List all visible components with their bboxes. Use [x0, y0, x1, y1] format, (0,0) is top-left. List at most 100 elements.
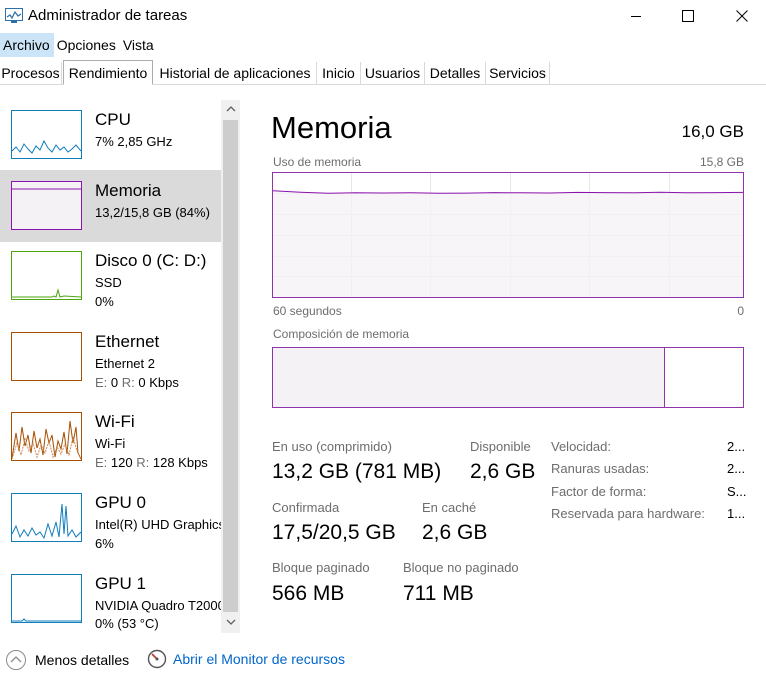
minimize-icon: [631, 16, 641, 17]
committed-value: 17,5/20,5 GB: [272, 521, 396, 544]
sidebar-title: Ethernet: [95, 332, 160, 351]
sidebar-title: Disco 0 (C: D:): [95, 251, 207, 270]
minimize-button[interactable]: [613, 0, 659, 32]
available-label: Disponible: [470, 439, 531, 454]
sidebar-title: Wi-Fi: [95, 412, 135, 431]
task-manager-icon: [5, 8, 23, 29]
tab-detalles[interactable]: Detalles: [425, 62, 486, 85]
sidebar-sub: 6%: [95, 536, 114, 551]
gpu0-thumbnail: [11, 493, 82, 542]
speed-value: 2...: [727, 439, 746, 454]
maximize-icon: [682, 10, 694, 22]
resource-monitor-link[interactable]: Abrir el Monitor de recursos: [147, 649, 345, 669]
in-use-value: 13,2 GB (781 MB): [272, 460, 442, 483]
performance-sidebar: CPU 7% 2,85 GHz Memoria 13,2/15,8 GB (84…: [0, 98, 222, 633]
sidebar-item-wifi[interactable]: Wi-Fi Wi-Fi E: 120 R: 128 Kbps: [0, 403, 222, 475]
nonpaged-pool-label: Bloque no paginado: [403, 560, 519, 575]
cached-label: En caché: [422, 500, 477, 515]
send-value: 0: [110, 375, 119, 390]
sidebar-item-ethernet[interactable]: Ethernet Ethernet 2 E: 0 R: 0 Kbps: [0, 322, 222, 394]
chevron-down-icon: [226, 619, 235, 625]
menu-vista[interactable]: Vista: [120, 33, 158, 57]
usage-graph-label: Uso de memoria: [273, 155, 362, 169]
tab-usuarios[interactable]: Usuarios: [361, 62, 425, 85]
memory-thumbnail: [11, 181, 82, 230]
tab-historial[interactable]: Historial de aplicaciones: [154, 62, 317, 85]
resource-monitor-icon: [147, 649, 167, 669]
chevron-up-circle-icon: [6, 650, 26, 670]
form-factor-value: S...: [727, 484, 747, 499]
sidebar-sub: 0%: [95, 294, 114, 309]
usage-area: [273, 190, 743, 297]
sidebar-sub: NVIDIA Quadro T2000: [95, 598, 222, 613]
wifi-thumbnail: [11, 412, 82, 461]
menu-opciones[interactable]: Opciones: [54, 33, 120, 57]
ethernet-thumbnail: [11, 332, 82, 381]
tab-procesos[interactable]: Procesos: [0, 62, 62, 85]
send-label: E:: [95, 375, 108, 390]
memory-usage-chart: [273, 173, 743, 297]
memory-usage-graph: [272, 172, 744, 298]
usage-line: [273, 190, 743, 194]
composition-label: Composición de memoria: [273, 327, 410, 341]
form-factor-label: Factor de forma:: [551, 484, 647, 499]
slots-value: 2...: [727, 461, 746, 476]
tab-bar: Procesos Rendimiento Historial de aplica…: [0, 60, 766, 85]
sidebar-sub: Intel(R) UHD Graphics: [95, 517, 222, 532]
paged-pool-label: Bloque paginado: [272, 560, 370, 575]
sidebar-item-gpu1[interactable]: GPU 1 NVIDIA Quadro T2000 0% (53 °C): [0, 565, 222, 633]
committed-label: Confirmada: [272, 500, 340, 515]
slots-label: Ranuras usadas:: [551, 461, 650, 476]
tab-rendimiento[interactable]: Rendimiento: [63, 60, 153, 85]
tab-servicios[interactable]: Servicios: [486, 62, 550, 85]
speed-label: Velocidad:: [551, 439, 611, 454]
sidebar-scrollbar[interactable]: [221, 100, 240, 633]
page-title: Memoria: [271, 110, 392, 145]
receive-value: 0 Kbps: [138, 375, 179, 390]
sidebar-sub: SSD: [95, 275, 122, 290]
sidebar-sub: 7% 2,85 GHz: [95, 134, 173, 149]
sidebar-sub: Ethernet 2: [95, 356, 155, 371]
tab-inicio[interactable]: Inicio: [317, 62, 361, 85]
menu-archivo[interactable]: Archivo: [0, 33, 54, 57]
sidebar-title: CPU: [95, 110, 131, 129]
composition-in-use: [273, 348, 665, 407]
memory-composition-bar: [272, 347, 744, 408]
gpu1-thumbnail: [11, 574, 82, 623]
time-axis-left: 60 segundos: [273, 304, 342, 318]
sidebar-title: Memoria: [95, 181, 162, 200]
nonpaged-pool-value: 711 MB: [403, 582, 474, 605]
sidebar-sub: 13,2/15,8 GB (84%): [95, 205, 210, 220]
sidebar-sub: E: 0 R: 0 Kbps: [95, 375, 179, 390]
sidebar-item-memoria[interactable]: Memoria 13,2/15,8 GB (84%): [0, 170, 222, 242]
title-bar: Administrador de tareas: [0, 0, 766, 32]
hardware-reserved-label: Reservada para hardware:: [551, 506, 705, 521]
available-value: 2,6 GB: [470, 460, 536, 483]
sidebar-item-gpu0[interactable]: GPU 0 Intel(R) UHD Graphics 6%: [0, 484, 222, 556]
less-details-label: Menos detalles: [35, 652, 130, 668]
memory-detail-panel: Memoria 16,0 GB Uso de memoria 15,8 GB 6…: [244, 98, 766, 638]
receive-label: R:: [136, 455, 150, 470]
less-details-button[interactable]: Menos detalles: [5, 649, 129, 671]
sidebar-item-disco[interactable]: Disco 0 (C: D:) SSD 0%: [0, 242, 222, 314]
menu-bar: Archivo Opciones Vista: [0, 33, 158, 57]
maximize-button[interactable]: [665, 0, 711, 32]
disk-thumbnail: [11, 251, 82, 300]
window-title: Administrador de tareas: [28, 7, 188, 24]
close-button[interactable]: [719, 0, 765, 32]
receive-value: 128 Kbps: [152, 455, 208, 470]
scroll-up-button[interactable]: [221, 100, 240, 118]
resource-monitor-label: Abrir el Monitor de recursos: [173, 651, 345, 667]
paged-pool-value: 566 MB: [272, 582, 345, 605]
total-memory: 16,0 GB: [681, 122, 744, 141]
scroll-down-button[interactable]: [221, 613, 240, 631]
sidebar-title: GPU 0: [95, 493, 147, 512]
close-icon: [736, 10, 748, 22]
time-axis-right: 0: [737, 304, 744, 318]
scroll-thumb[interactable]: [223, 120, 238, 612]
send-value: 120: [110, 455, 133, 470]
sidebar-item-cpu[interactable]: CPU 7% 2,85 GHz: [0, 98, 222, 170]
cpu-thumbnail: [11, 110, 82, 159]
send-label: E:: [95, 455, 108, 470]
sidebar-sub: E: 120 R: 128 Kbps: [95, 455, 208, 470]
